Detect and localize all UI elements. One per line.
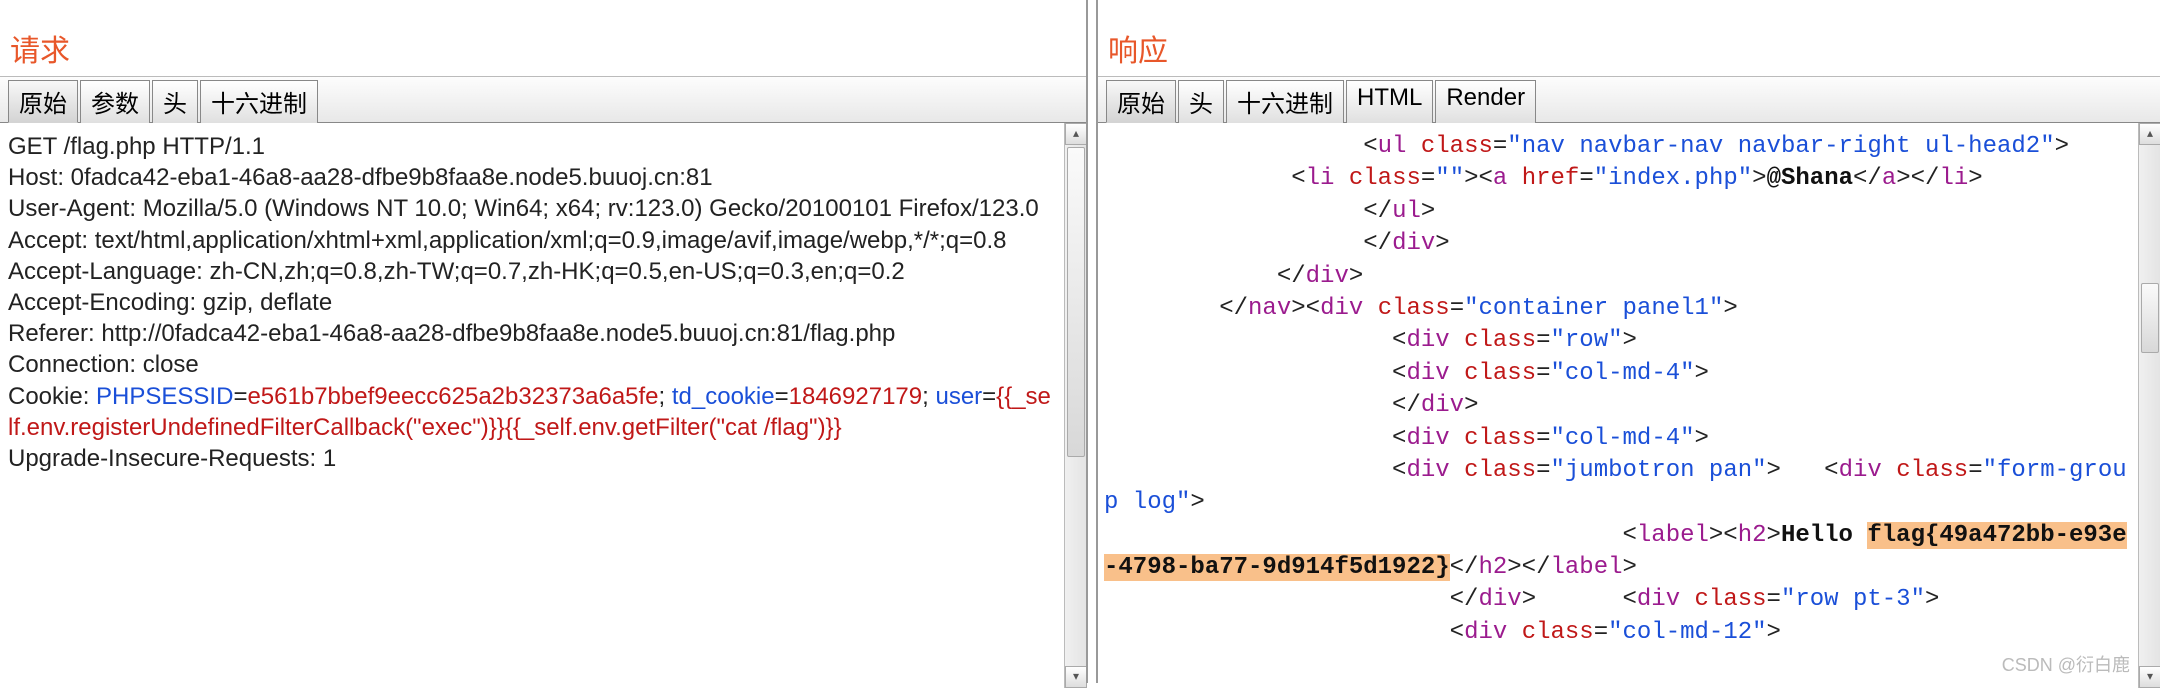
toolbar-spacer — [1098, 0, 2160, 18]
tab-raw[interactable]: 原始 — [8, 80, 78, 123]
response-textarea[interactable]: <ul class="nav navbar-nav navbar-right u… — [1098, 123, 2138, 688]
tab-html[interactable]: HTML — [1346, 80, 1433, 123]
tab-raw[interactable]: 原始 — [1106, 80, 1176, 123]
scroll-thumb[interactable] — [1067, 147, 1085, 457]
scroll-down-icon[interactable]: ▾ — [1065, 666, 1087, 688]
split-divider[interactable] — [1086, 0, 1098, 683]
response-tabs: 原始 头 十六进制 HTML Render — [1098, 76, 2160, 123]
scroll-up-icon[interactable]: ▴ — [2139, 123, 2160, 145]
response-panel: 响应 原始 头 十六进制 HTML Render <ul class="nav … — [1098, 0, 2160, 683]
request-panel: 请求 原始 参数 头 十六进制 GET /flag.php HTTP/1.1 H… — [0, 0, 1086, 683]
response-heading: 响应 — [1098, 18, 2160, 76]
tab-params[interactable]: 参数 — [80, 80, 150, 123]
request-heading: 请求 — [0, 18, 1086, 76]
tab-hex[interactable]: 十六进制 — [1226, 80, 1344, 123]
tab-headers[interactable]: 头 — [152, 80, 198, 123]
tab-render[interactable]: Render — [1435, 80, 1536, 123]
tab-headers[interactable]: 头 — [1178, 80, 1224, 123]
scroll-thumb[interactable] — [2141, 283, 2159, 353]
request-scrollbar[interactable]: ▴ ▾ — [1064, 123, 1086, 688]
response-body: <ul class="nav navbar-nav navbar-right u… — [1098, 123, 2160, 688]
request-body: GET /flag.php HTTP/1.1 Host: 0fadca42-eb… — [0, 123, 1086, 688]
watermark: CSDN @衍白鹿 — [2002, 651, 2130, 677]
toolbar-spacer — [0, 0, 1086, 18]
request-textarea[interactable]: GET /flag.php HTTP/1.1 Host: 0fadca42-eb… — [0, 123, 1064, 688]
scroll-down-icon[interactable]: ▾ — [2139, 666, 2160, 688]
request-tabs: 原始 参数 头 十六进制 — [0, 76, 1086, 123]
tab-hex[interactable]: 十六进制 — [200, 80, 318, 123]
scroll-up-icon[interactable]: ▴ — [1065, 123, 1087, 145]
response-scrollbar[interactable]: ▴ ▾ — [2138, 123, 2160, 688]
